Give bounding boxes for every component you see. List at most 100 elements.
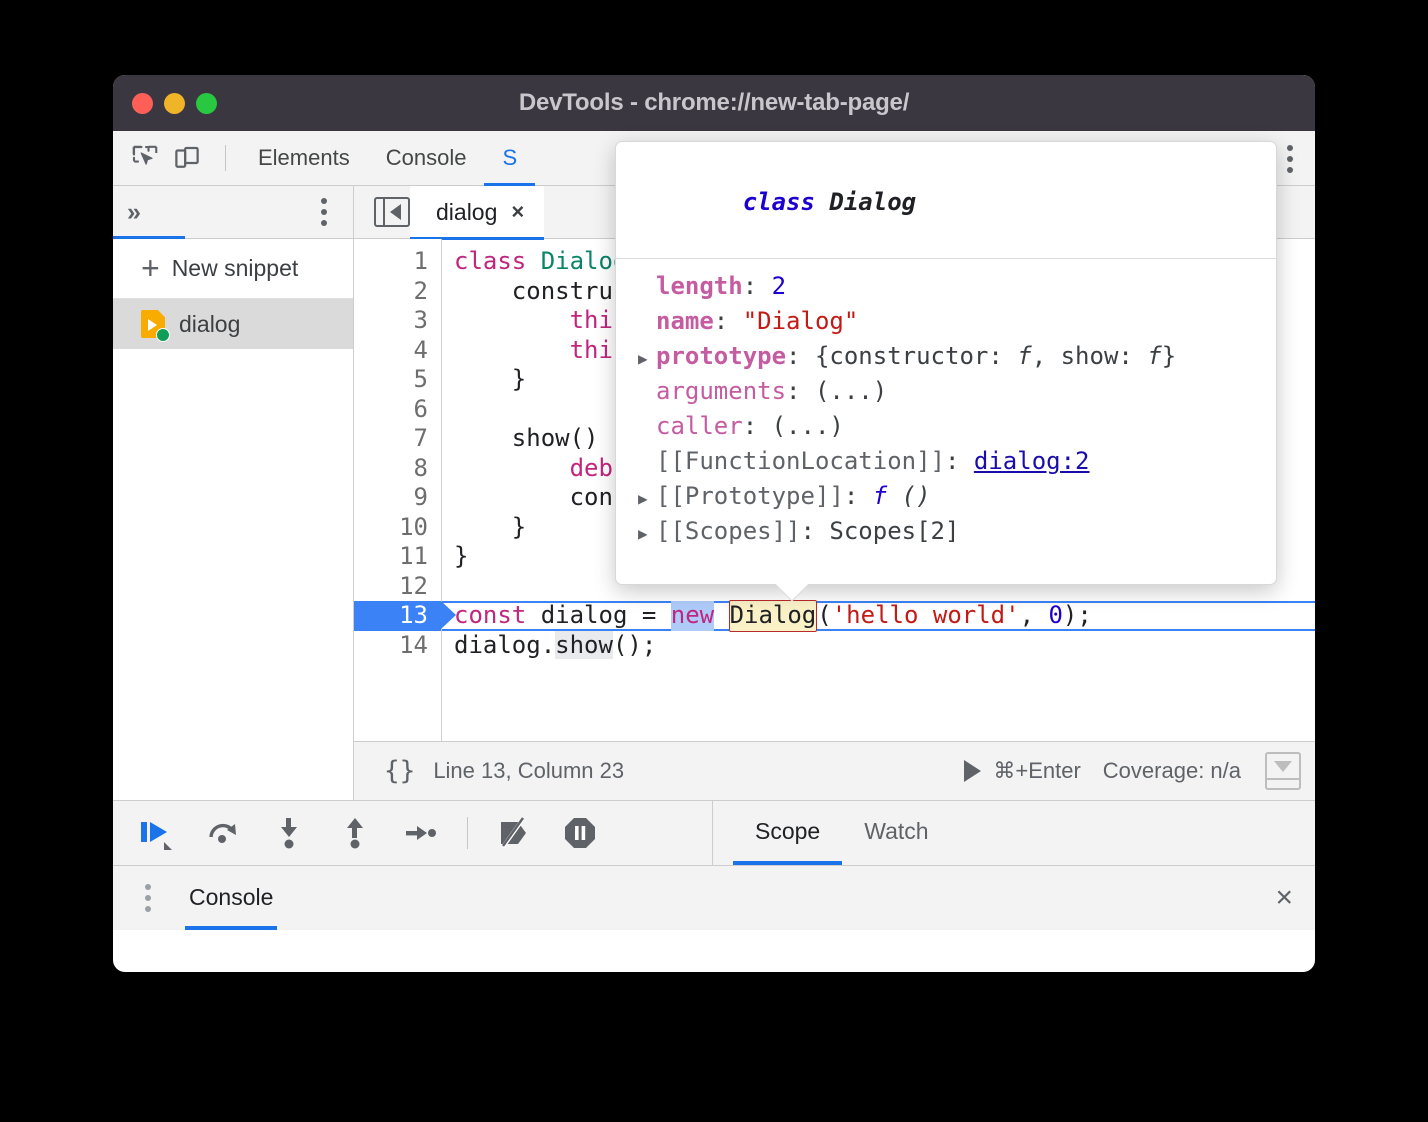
code-token bbox=[714, 601, 728, 631]
popup-property-name: name bbox=[656, 307, 714, 335]
line-number[interactable]: 11 bbox=[354, 542, 441, 572]
line-number[interactable]: 9 bbox=[354, 483, 441, 513]
code-token: dialog. bbox=[454, 631, 555, 659]
tab-elements[interactable]: Elements bbox=[240, 131, 368, 186]
resume-script-execution-icon[interactable] bbox=[137, 813, 177, 853]
popup-title-name: Dialog bbox=[829, 188, 916, 216]
line-number[interactable]: 8 bbox=[354, 454, 441, 484]
maximize-window-button[interactable] bbox=[196, 93, 217, 114]
expand-triangle-icon[interactable]: ▶ bbox=[638, 481, 656, 516]
popup-property-value: 2 bbox=[772, 272, 786, 300]
snippets-sidebar: » + New snippet dialog bbox=[113, 186, 354, 800]
sidebar-more-icon[interactable] bbox=[309, 194, 339, 230]
row-indent-spacer: ▶ bbox=[638, 376, 656, 411]
line-number[interactable]: 12 bbox=[354, 572, 441, 602]
code-token: 'hello world' bbox=[832, 601, 1020, 631]
drawer-more-icon[interactable] bbox=[133, 880, 163, 916]
popup-property-row[interactable]: ▶name: "Dialog" bbox=[616, 306, 1276, 341]
line-number[interactable]: 10 bbox=[354, 513, 441, 543]
line-number[interactable]: 14 bbox=[354, 631, 441, 661]
popup-property-separator: : bbox=[786, 342, 815, 370]
popup-property-separator: : bbox=[844, 482, 873, 510]
minimize-window-button[interactable] bbox=[164, 93, 185, 114]
popup-property-name: length bbox=[656, 272, 743, 300]
popup-property-row[interactable]: ▶[[FunctionLocation]]: dialog:2 bbox=[616, 446, 1276, 481]
popup-property-row[interactable]: ▶caller: (...) bbox=[616, 411, 1276, 446]
editor-status-bar: {} Line 13, Column 23 ⌘+Enter Coverage: … bbox=[354, 741, 1315, 800]
line-number[interactable]: 1 bbox=[354, 247, 441, 277]
row-indent-spacer: ▶ bbox=[638, 306, 656, 341]
window-title: DevTools - chrome://new-tab-page/ bbox=[113, 89, 1315, 117]
pretty-print-braces-icon[interactable]: {} bbox=[384, 756, 415, 786]
popup-property-row[interactable]: ▶length: 2 bbox=[616, 271, 1276, 306]
popup-property-row[interactable]: ▶prototype: {constructor: f, show: f} bbox=[616, 341, 1276, 376]
popup-value-part: } bbox=[1162, 342, 1176, 370]
inspect-icon[interactable] bbox=[127, 140, 163, 176]
tab-watch[interactable]: Watch bbox=[842, 799, 950, 865]
line-number[interactable]: 7 bbox=[354, 424, 441, 454]
popup-property-row[interactable]: ▶[[Scopes]]: Scopes[2] bbox=[616, 516, 1276, 551]
row-indent-spacer: ▶ bbox=[638, 271, 656, 306]
step-over-next-function-call-icon[interactable] bbox=[203, 813, 243, 853]
step-into-next-function-call-icon[interactable] bbox=[269, 813, 309, 853]
code-token bbox=[454, 306, 570, 334]
tab-sources[interactable]: S bbox=[484, 131, 535, 186]
code-line[interactable]: dialog.show(); bbox=[454, 631, 1315, 661]
popup-property-value[interactable]: dialog:2 bbox=[974, 447, 1090, 475]
popup-property-row[interactable]: ▶arguments: (...) bbox=[616, 376, 1276, 411]
popup-property-list: ▶length: 2▶name: "Dialog"▶prototype: {co… bbox=[616, 271, 1276, 551]
sidebar-item-dialog[interactable]: dialog bbox=[113, 299, 353, 349]
function-glyph: f bbox=[873, 482, 887, 510]
show-drawer-icon[interactable] bbox=[1265, 752, 1301, 790]
popup-property-name: caller bbox=[656, 412, 743, 440]
popup-property-row[interactable]: ▶[[Prototype]]: f () bbox=[616, 481, 1276, 516]
pause-on-exceptions-icon[interactable] bbox=[560, 813, 600, 853]
device-toolbar-icon[interactable] bbox=[169, 140, 205, 176]
code-token: class bbox=[454, 247, 541, 275]
popup-property-value: (...) bbox=[772, 412, 844, 440]
drawer-tab-console[interactable]: Console bbox=[185, 866, 277, 930]
tab-console[interactable]: Console bbox=[368, 131, 485, 186]
expand-triangle-icon[interactable]: ▶ bbox=[638, 341, 656, 376]
popup-title: class Dialog bbox=[616, 160, 1276, 259]
popup-property-value: (...) bbox=[815, 377, 887, 405]
sidebar-header: » bbox=[113, 186, 353, 239]
side-panel-tabs: Scope Watch bbox=[713, 801, 1315, 865]
popup-property-name: [[Prototype]] bbox=[656, 482, 844, 510]
close-icon[interactable]: × bbox=[511, 199, 524, 225]
code-token: dialog = bbox=[526, 601, 671, 631]
close-drawer-icon[interactable]: × bbox=[1275, 881, 1293, 915]
hovered-identifier[interactable]: Dialog bbox=[729, 600, 818, 632]
popup-property-value: Scopes[2] bbox=[829, 517, 959, 545]
chevron-double-right-icon[interactable]: » bbox=[127, 198, 138, 227]
new-snippet-button[interactable]: + New snippet bbox=[113, 239, 353, 299]
popup-property-name: prototype bbox=[656, 342, 786, 370]
line-number[interactable]: 4 bbox=[354, 336, 441, 366]
object-preview-popup: class Dialog ▶length: 2▶name: "Dialog"▶p… bbox=[615, 141, 1277, 585]
line-number[interactable]: 13 bbox=[354, 601, 441, 631]
popup-property-name: [[FunctionLocation]] bbox=[656, 447, 945, 475]
editor-tab-dialog[interactable]: dialog × bbox=[410, 186, 544, 239]
row-indent-spacer: ▶ bbox=[638, 446, 656, 481]
step-out-of-current-function-icon[interactable] bbox=[335, 813, 375, 853]
tab-scope[interactable]: Scope bbox=[733, 799, 842, 865]
code-token: } bbox=[454, 542, 468, 570]
code-token: show bbox=[555, 631, 613, 659]
code-line-current[interactable]: const dialog = new Dialog('hello world',… bbox=[442, 601, 1315, 631]
deactivate-breakpoints-icon[interactable] bbox=[494, 813, 534, 853]
popup-pointer bbox=[776, 584, 810, 601]
close-window-button[interactable] bbox=[132, 93, 153, 114]
step-icon[interactable] bbox=[401, 813, 441, 853]
line-number[interactable]: 6 bbox=[354, 395, 441, 425]
line-number[interactable]: 2 bbox=[354, 277, 441, 307]
line-number[interactable]: 3 bbox=[354, 306, 441, 336]
show-navigator-icon[interactable] bbox=[374, 197, 410, 227]
popup-property-value: {constructor: f, show: f} bbox=[815, 342, 1176, 370]
play-icon[interactable] bbox=[964, 760, 981, 782]
code-token: const bbox=[454, 601, 526, 631]
screenshot-root: DevTools - chrome://new-tab-page/ bbox=[0, 0, 1428, 1122]
code-token: } bbox=[454, 513, 526, 541]
line-number[interactable]: 5 bbox=[354, 365, 441, 395]
expand-triangle-icon[interactable]: ▶ bbox=[638, 516, 656, 551]
devtools-more-icon[interactable] bbox=[1275, 141, 1305, 177]
